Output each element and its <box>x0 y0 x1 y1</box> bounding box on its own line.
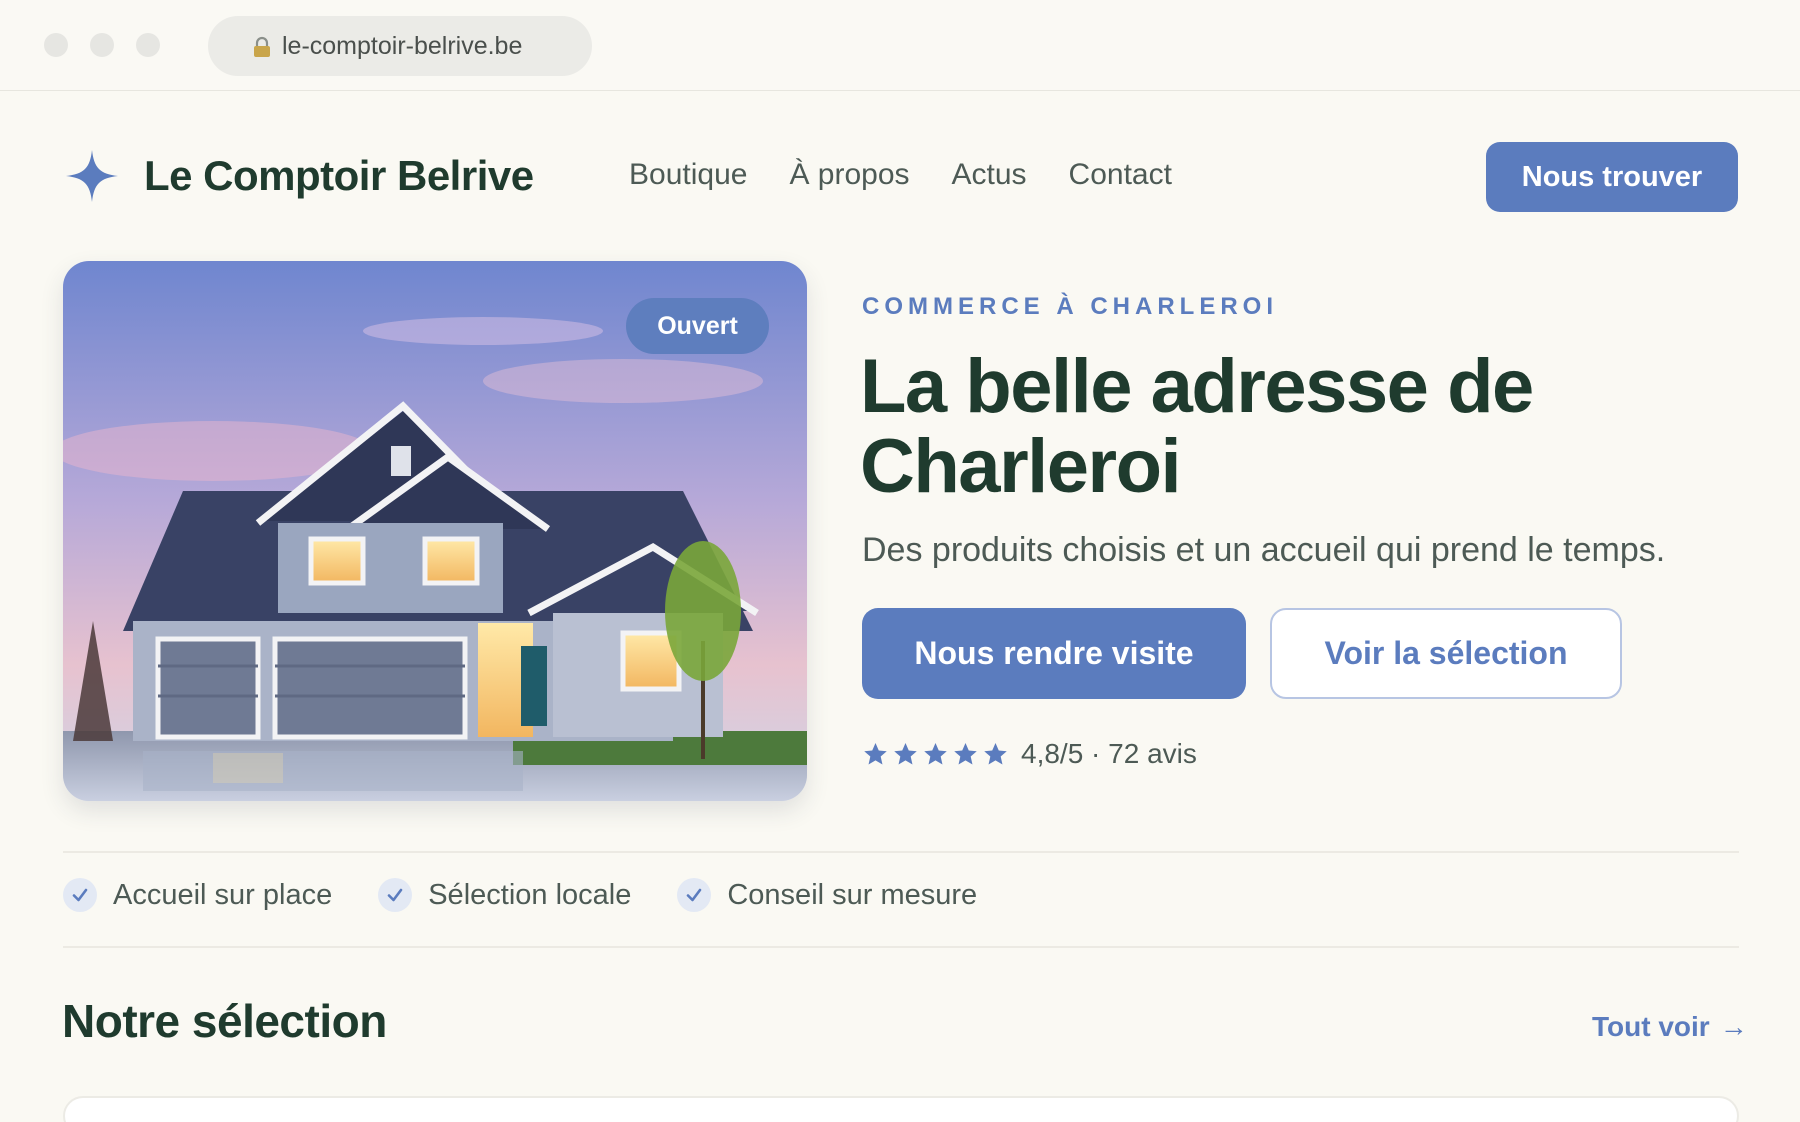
hero-title: La belle adresse de Charleroi <box>860 344 1534 509</box>
see-all-link[interactable]: Tout voir → <box>1592 1011 1748 1043</box>
url-text: le-comptoir-belrive.be <box>282 31 523 60</box>
main-nav: Boutique À propos Actus Contact <box>629 158 1172 192</box>
star-icon <box>984 742 1007 765</box>
star-icon <box>864 742 887 765</box>
window-close-dot[interactable] <box>44 33 68 57</box>
brand-logo[interactable]: Le Comptoir Belrive <box>64 148 534 204</box>
star-rating <box>862 741 1009 768</box>
check-icon <box>63 878 97 912</box>
arrow-right-icon: → <box>1719 1011 1748 1042</box>
divider <box>63 946 1739 948</box>
feature-label: Sélection locale <box>428 878 632 911</box>
nav-item-contact[interactable]: Contact <box>1069 158 1172 192</box>
section-title: Notre sélection <box>62 995 387 1047</box>
sparkle-icon <box>66 150 118 202</box>
rating-text: 4,8/5 · 72 avis <box>1021 738 1197 769</box>
hero-image: Ouvert <box>63 261 807 801</box>
window-minimize-dot[interactable] <box>90 33 114 57</box>
hero-eyebrow: COMMERCE À CHARLEROI <box>862 293 1278 320</box>
address-bar[interactable]: le-comptoir-belrive.be <box>208 16 592 76</box>
feature-label: Conseil sur mesure <box>727 878 978 911</box>
features-strip: Accueil sur place Sélection locale Conse… <box>63 878 977 912</box>
nav-item-a-propos[interactable]: À propos <box>789 158 909 192</box>
rating: 4,8/5 · 72 avis <box>862 738 1197 770</box>
feature-item: Accueil sur place <box>63 878 332 912</box>
feature-item: Sélection locale <box>378 878 631 912</box>
feature-item: Conseil sur mesure <box>677 878 977 912</box>
lock-icon <box>254 36 270 57</box>
product-card[interactable] <box>63 1096 1739 1122</box>
nav-item-boutique[interactable]: Boutique <box>629 158 747 192</box>
hero-subtitle: Des produits choisis et un accueil qui p… <box>862 531 1666 569</box>
window-maximize-dot[interactable] <box>136 33 160 57</box>
divider <box>63 851 1739 853</box>
brand-name: Le Comptoir Belrive <box>144 152 534 199</box>
find-us-button[interactable]: Nous trouver <box>1486 142 1738 212</box>
see-all-label: Tout voir <box>1592 1011 1710 1042</box>
see-selection-button[interactable]: Voir la sélection <box>1270 608 1622 699</box>
nav-item-actus[interactable]: Actus <box>952 158 1027 192</box>
star-icon <box>954 742 977 765</box>
status-badge: Ouvert <box>626 298 769 354</box>
star-icon <box>894 742 917 765</box>
check-icon <box>378 878 413 912</box>
browser-chrome: le-comptoir-belrive.be <box>0 0 1800 91</box>
feature-label: Accueil sur place <box>113 878 333 911</box>
star-icon <box>924 742 947 765</box>
visit-us-button[interactable]: Nous rendre visite <box>862 608 1246 699</box>
check-icon <box>677 878 712 912</box>
